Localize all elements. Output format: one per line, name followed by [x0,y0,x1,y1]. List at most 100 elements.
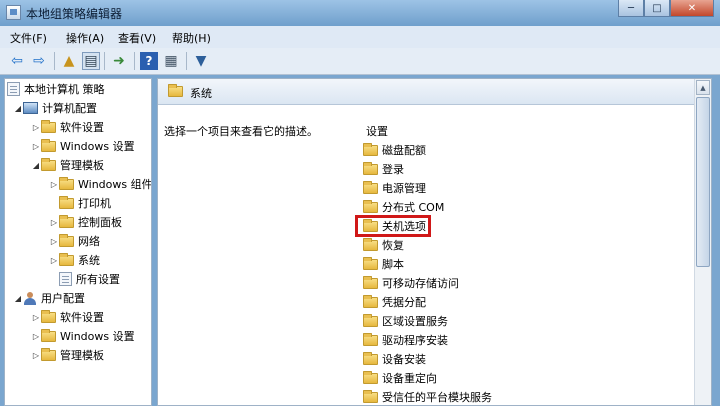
list-item[interactable]: 设备安装 [363,350,426,368]
expand-icon[interactable]: ▷ [49,237,59,246]
list-item[interactable]: 设备重定向 [363,369,437,387]
maximize-button[interactable]: □ [644,0,670,17]
folder-icon [363,142,378,156]
folder-icon [363,389,378,403]
list-item[interactable]: 电源管理 [363,179,426,197]
show-tree-icon[interactable]: ▤ [82,52,100,70]
tree-item-control-panel[interactable]: ▷ 控制面板 [49,213,122,231]
menu-bar: 文件(F) 操作(A) 查看(V) 帮助(H) [0,26,720,49]
list-item[interactable]: 区域设置服务 [363,312,448,330]
tree-item-network[interactable]: ▷ 网络 [49,232,100,250]
collapse-icon[interactable]: ◢ [31,161,41,170]
expand-icon[interactable]: ▷ [49,180,59,189]
scroll-thumb[interactable] [696,97,710,267]
list-item[interactable]: 恢复 [363,236,404,254]
collapse-icon[interactable]: ◢ [13,294,23,303]
list-item[interactable]: 磁盘配额 [363,141,426,159]
item-label: 受信任的平台模块服务 [382,391,492,404]
folder-icon [41,157,56,171]
export-list-icon[interactable]: ➜ [110,52,128,70]
item-label: 分布式 COM [382,201,445,214]
folder-icon [363,180,378,194]
item-label: 凭据分配 [382,296,426,309]
folder-icon [41,138,56,152]
title-bar: 本地组策略编辑器 ─ □ ✕ [0,0,720,26]
window-controls: ─ □ ✕ [618,0,714,18]
expand-icon[interactable]: ▷ [31,313,41,322]
tree-item-windows-components[interactable]: ▷ Windows 组件 [49,175,151,193]
app-icon [6,5,21,20]
tree-label: 软件设置 [60,121,104,134]
expand-icon[interactable]: ▷ [31,351,41,360]
highlight-box [355,215,431,237]
expand-icon[interactable]: ▷ [31,123,41,132]
expand-icon[interactable]: ▷ [31,332,41,341]
policy-doc-icon [7,82,20,96]
menu-action[interactable]: 操作(A) [66,30,104,46]
tree-item-software-settings[interactable]: ▷ 软件设置 [31,118,104,136]
detail-header: 系统 [158,79,711,105]
tree-item-admin-templates[interactable]: ◢ 管理模板 [31,156,104,174]
item-label: 恢复 [382,239,404,252]
item-label: 可移动存储访问 [382,277,459,290]
back-arrow-icon[interactable]: ⇦ [8,52,26,70]
folder-icon [59,214,74,228]
tree-item-printers[interactable]: 打印机 [49,194,111,212]
expand-icon[interactable]: ▷ [49,256,59,265]
scroll-up-icon[interactable]: ▲ [696,80,710,95]
tree-label: 软件设置 [60,311,104,324]
list-item[interactable]: 受信任的平台模块服务 [363,388,492,405]
tree-label: 网络 [78,235,100,248]
tree-label: 本地计算机 策略 [24,83,105,96]
folder-icon [363,256,378,270]
folder-icon [363,294,378,308]
item-label: 驱动程序安装 [382,334,448,347]
toolbar-separator [54,52,55,70]
folder-icon [41,328,56,342]
tree-item-computer-config[interactable]: ◢ 计算机配置 [13,99,97,117]
properties-icon[interactable]: ▦ [162,52,180,70]
tree-item-user-windows-settings[interactable]: ▷ Windows 设置 [31,327,135,345]
tree-item-system[interactable]: ▷ 系统 [49,251,100,269]
collapse-icon[interactable]: ◢ [13,104,23,113]
folder-icon [363,351,378,365]
help-icon[interactable]: ? [140,52,158,70]
forward-arrow-icon[interactable]: ⇨ [30,52,48,70]
toolbar: ⇦ ⇨ ▲ ▤ ➜ ? ▦ ▼ [0,48,720,75]
tree-item-root[interactable]: 本地计算机 策略 [7,80,105,98]
menu-view[interactable]: 查看(V) [118,30,156,46]
tree-label: 打印机 [78,197,111,210]
list-item[interactable]: 凭据分配 [363,293,426,311]
list-item[interactable]: 可移动存储访问 [363,274,459,292]
window-title: 本地组策略编辑器 [26,7,123,21]
tree-item-user-software-settings[interactable]: ▷ 软件设置 [31,308,104,326]
tree-item-user-admin-templates[interactable]: ▷ 管理模板 [31,346,104,364]
folder-icon [363,237,378,251]
folder-icon [59,176,74,190]
menu-file[interactable]: 文件(F) [10,30,47,46]
tree-item-windows-settings[interactable]: ▷ Windows 设置 [31,137,135,155]
computer-icon [23,102,38,114]
description-text: 选择一个项目来查看它的描述。 [164,125,318,138]
column-header-setting[interactable]: 设置 [366,123,388,139]
toolbar-separator [186,52,187,70]
filter-icon[interactable]: ▼ [192,52,210,70]
menu-help[interactable]: 帮助(H) [172,30,211,46]
tree-label: Windows 设置 [60,140,135,153]
expand-icon[interactable]: ▷ [49,218,59,227]
list-item[interactable]: 登录 [363,160,404,178]
expand-icon[interactable]: ▷ [31,142,41,151]
close-button[interactable]: ✕ [670,0,714,17]
vertical-scrollbar[interactable]: ▲ [694,79,711,405]
tree-label: 用户配置 [41,292,85,305]
all-settings-icon [59,272,72,286]
up-folder-icon[interactable]: ▲ [60,52,78,70]
folder-icon [41,347,56,361]
list-item[interactable]: 驱动程序安装 [363,331,448,349]
tree-item-all-settings[interactable]: 所有设置 [49,270,120,288]
folder-icon [363,332,378,346]
list-item[interactable]: 分布式 COM [363,198,444,216]
list-item[interactable]: 脚本 [363,255,404,273]
tree-item-user-config[interactable]: ◢ 用户配置 [13,289,85,307]
minimize-button[interactable]: ─ [618,0,644,17]
